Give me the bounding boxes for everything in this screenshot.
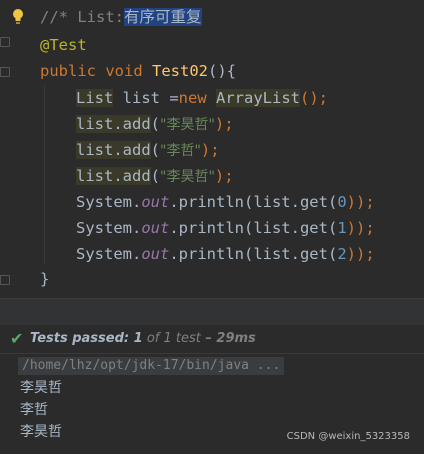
check-icon: ✔ bbox=[10, 329, 24, 348]
java-command-line[interactable]: /home/lhz/opt/jdk-17/bin/java ... bbox=[18, 357, 285, 375]
println-call: .println(list.get( bbox=[169, 219, 338, 237]
status-prefix: Tests passed: bbox=[30, 331, 134, 346]
add-call: list.add bbox=[76, 167, 151, 185]
code-line-comment[interactable]: //* List:有序可重复 bbox=[40, 4, 202, 30]
code-editor[interactable]: //* List:有序可重复 @Test public void Test02(… bbox=[0, 0, 424, 298]
test-duration: – 29ms bbox=[200, 331, 256, 346]
code-line-add[interactable]: list.add("李哲"); bbox=[76, 137, 220, 163]
method-name: Test02 bbox=[152, 62, 209, 80]
code-line-print[interactable]: System.out.println(list.get(1)); bbox=[76, 215, 375, 241]
code-line-add[interactable]: list.add("李昊哲"); bbox=[76, 163, 234, 189]
statement-tail: ); bbox=[214, 167, 234, 185]
out-field: out bbox=[141, 219, 170, 237]
code-line-closing-brace[interactable]: } bbox=[40, 266, 49, 292]
add-call: list.add bbox=[76, 115, 151, 133]
lightbulb-icon[interactable] bbox=[11, 8, 25, 26]
code-line-print[interactable]: System.out.println(list.get(2)); bbox=[76, 241, 375, 267]
annotation-text: @Test bbox=[40, 36, 87, 54]
test-status-text: Tests passed: 1 of 1 test – 29ms bbox=[30, 325, 256, 353]
statement-tail: ); bbox=[214, 115, 234, 133]
index-number: 2 bbox=[337, 245, 347, 263]
string-literal: "李昊哲" bbox=[160, 117, 215, 133]
out-field: out bbox=[141, 193, 170, 211]
watermark: CSDN @weixin_5323358 bbox=[286, 431, 410, 442]
println-call: .println(list.get( bbox=[169, 245, 338, 263]
index-number: 0 bbox=[337, 193, 347, 211]
test-status-bar: ✔ Tests passed: 1 of 1 test – 29ms bbox=[0, 325, 424, 354]
console-output-line: 李昊哲 bbox=[20, 380, 62, 396]
keyword-public: public bbox=[40, 62, 96, 80]
panel-splitter[interactable] bbox=[0, 298, 424, 325]
run-panel: ✔ Tests passed: 1 of 1 test – 29ms /home… bbox=[0, 325, 424, 454]
class-name: ArrayList bbox=[216, 89, 300, 107]
string-literal: "李昊哲" bbox=[160, 169, 215, 185]
code-line-annotation[interactable]: @Test bbox=[40, 32, 87, 58]
statement-tail: ); bbox=[200, 141, 220, 159]
comment-text: //* List: bbox=[40, 8, 124, 26]
system-class: System. bbox=[76, 219, 142, 237]
string-literal: "李哲" bbox=[160, 143, 201, 159]
code-line-method-signature[interactable]: public void Test02(){ bbox=[40, 58, 236, 84]
type-name: List bbox=[76, 89, 114, 107]
decl-tail: (); bbox=[300, 89, 328, 107]
code-line-add[interactable]: list.add("李昊哲"); bbox=[76, 111, 234, 137]
total-count: of 1 test bbox=[142, 331, 201, 346]
statement-tail: )); bbox=[346, 219, 375, 237]
passed-count: 1 bbox=[133, 331, 143, 346]
println-call: .println(list.get( bbox=[169, 193, 338, 211]
fold-marker-icon[interactable] bbox=[0, 67, 10, 77]
fold-marker-icon[interactable] bbox=[0, 275, 10, 285]
console-output-line: 李昊哲 bbox=[20, 424, 62, 440]
out-field: out bbox=[141, 245, 170, 263]
statement-tail: )); bbox=[346, 245, 375, 263]
indent-guide bbox=[44, 85, 45, 265]
code-line-print[interactable]: System.out.println(list.get(0)); bbox=[76, 189, 375, 215]
statement-tail: )); bbox=[346, 193, 375, 211]
closing-brace: } bbox=[40, 270, 50, 288]
fold-marker-icon[interactable] bbox=[0, 37, 10, 47]
keyword-void: void bbox=[105, 62, 143, 80]
selected-text: 有序可重复 bbox=[124, 8, 202, 26]
code-line-declaration[interactable]: List list =new ArrayList(); bbox=[76, 85, 328, 111]
keyword-new: new bbox=[178, 89, 207, 107]
var-name: list = bbox=[113, 89, 179, 107]
method-tail: (){ bbox=[208, 62, 237, 80]
system-class: System. bbox=[76, 245, 142, 263]
index-number: 1 bbox=[337, 219, 347, 237]
console-output-line: 李哲 bbox=[20, 402, 48, 418]
add-call: list.add bbox=[76, 141, 151, 159]
system-class: System. bbox=[76, 193, 142, 211]
